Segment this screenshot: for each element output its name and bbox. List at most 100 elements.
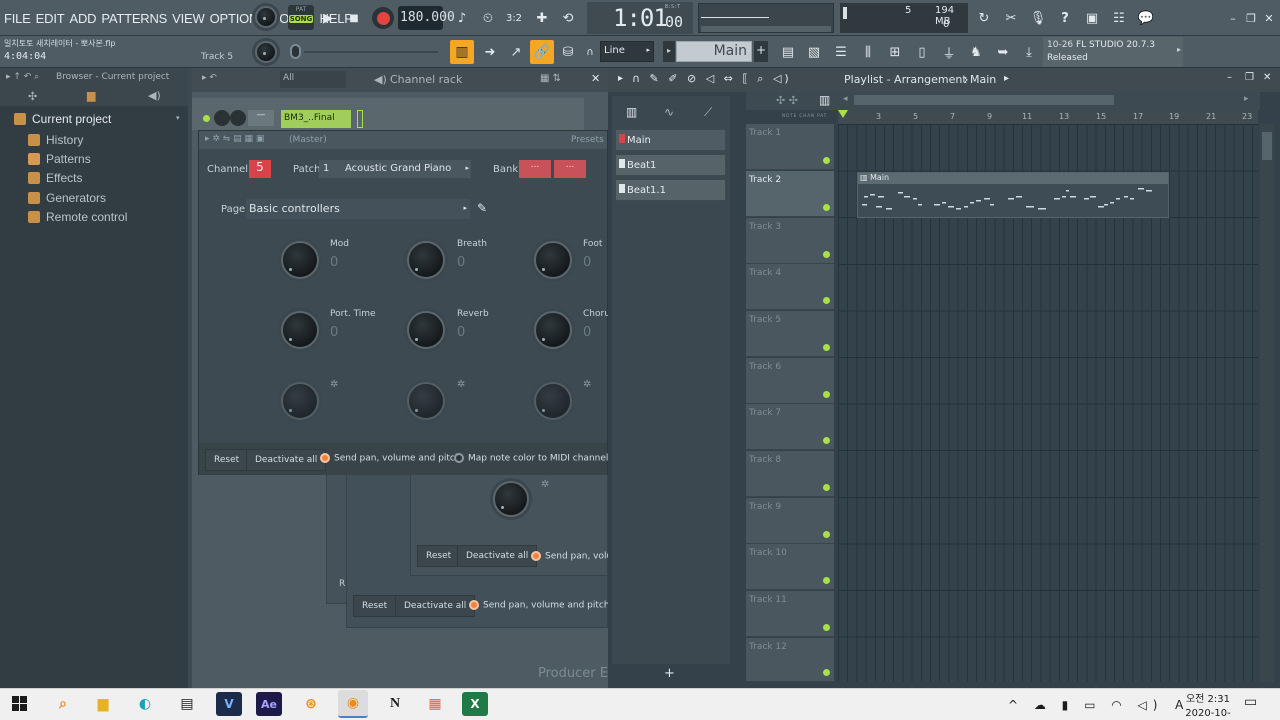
channel-filter[interactable]: All — [280, 71, 346, 88]
edge-icon[interactable]: ◐ — [132, 692, 158, 716]
magnet-icon[interactable]: ∩ — [583, 40, 597, 64]
stacked-knob[interactable] — [493, 481, 529, 517]
audio-mode-icon[interactable]: ∿ — [664, 105, 674, 119]
stacked-front-send-option[interactable]: Send pan, volur — [531, 551, 616, 562]
track-mute-led[interactable] — [823, 251, 830, 258]
track-header-11[interactable]: Track 11 — [746, 591, 834, 637]
track-header-7[interactable]: Track 7 — [746, 404, 834, 450]
breath-knob[interactable] — [407, 241, 445, 279]
mod-knob[interactable] — [281, 241, 319, 279]
track-header-10[interactable]: Track 10 — [746, 544, 834, 590]
custom-knob-3[interactable] — [534, 382, 572, 420]
pattern-item-beat1[interactable]: Beat1 — [615, 154, 726, 176]
menu-file[interactable]: FILE — [4, 11, 31, 26]
horizontal-scroll-thumb[interactable] — [854, 95, 1114, 105]
bank-lsb-button[interactable]: ... — [554, 160, 586, 178]
stacked-front-reset-button[interactable]: Reset — [417, 545, 461, 567]
stacked-front-deactivate-button[interactable]: Deactivate all — [457, 545, 538, 567]
browser-nav-icon[interactable]: ▸ ↑ ↶ ⌕ — [6, 72, 39, 82]
browser-root[interactable]: Current project — [14, 112, 111, 126]
record-button[interactable] — [372, 7, 394, 29]
browser-item-patterns[interactable]: Patterns — [28, 152, 91, 166]
notification-icon[interactable]: ▭ — [1244, 694, 1257, 710]
custom-knob-2[interactable] — [407, 382, 445, 420]
playlist-minimize-icon[interactable]: – — [1227, 72, 1232, 83]
browser-icon[interactable]: ▯ — [910, 40, 934, 64]
menu-edit[interactable]: EDIT — [36, 11, 65, 26]
window-restore-icon[interactable]: ❐ — [1242, 6, 1260, 30]
microphone-icon[interactable]: 🎙 — [1026, 6, 1050, 30]
browser-item-remote-control[interactable]: Remote control — [28, 210, 127, 224]
playlist-icon[interactable]: ▤ — [776, 40, 800, 64]
window-menu-icon[interactable]: ▸ ✲ ⇋ ▤ ▦ ▣ — [205, 134, 264, 144]
project-tree-icon[interactable]: ⊞ — [883, 40, 907, 64]
slide-icon[interactable]: ↗ — [504, 40, 528, 64]
piano-roll-window-icon[interactable]: ▧ — [802, 40, 826, 64]
cloud-icon[interactable]: ➥ — [991, 40, 1015, 64]
stacked-send-pan-option[interactable]: Send pan, volume and pitch — [469, 600, 610, 611]
tempo-display[interactable]: 180.000 — [398, 6, 455, 30]
blender-icon[interactable]: ⊛ — [298, 692, 324, 716]
stamp-icon[interactable]: ⛁ — [556, 40, 580, 64]
menu-patterns[interactable]: PATTERNS — [101, 11, 167, 26]
expand-icon[interactable]: ✣ — [28, 90, 37, 103]
playlist-tools-icon[interactable]: ∩ ✎ ✐ ⊘ ◁ ⇔ ⟦ ⌕ ◁) — [632, 72, 792, 86]
mixer-window-icon[interactable]: ⫼ — [856, 40, 880, 64]
track-mute-led[interactable] — [823, 484, 830, 491]
master-slider[interactable] — [290, 43, 440, 61]
foot-knob[interactable] — [534, 241, 572, 279]
patch-selector[interactable]: 1 Acoustic Grand Piano ▸ — [319, 160, 471, 178]
song-position-display[interactable]: 1:01 00 B:S:T — [587, 2, 693, 34]
link-icon[interactable]: 🔗 — [530, 40, 554, 64]
photos-icon[interactable]: ▦ — [422, 692, 448, 716]
metronome-icon[interactable]: ♪ — [450, 6, 474, 30]
midi-channel-value[interactable]: 5 — [249, 160, 271, 178]
stacked-deactivate-button[interactable]: Deactivate all — [395, 595, 476, 617]
mixer-icon[interactable]: ☷ — [1107, 6, 1131, 30]
pattern-item-beat1-1[interactable]: Beat1.1 — [615, 179, 726, 201]
add-pattern-icon[interactable]: + — [664, 666, 675, 681]
automation-mode-icon[interactable]: ⟋ — [704, 105, 712, 120]
page-selector[interactable]: Basic controllers ▸ — [246, 199, 470, 219]
menu-add[interactable]: ADD — [69, 11, 96, 26]
pattern-selector[interactable]: Main — [676, 41, 752, 62]
channel-rack-icon[interactable]: ☰ — [829, 40, 853, 64]
excel-icon[interactable]: X — [462, 692, 488, 716]
track-mute-led[interactable] — [823, 204, 830, 211]
system-tray-icon[interactable]: ^ ☁ ▮ ▭ ◠ ◁) Ａ — [1008, 696, 1191, 713]
speaker-icon[interactable]: ◀) — [148, 89, 161, 102]
pencil-icon[interactable]: ✎ — [477, 201, 487, 215]
news-panel[interactable]: 10-26 FL STUDIO 20.7.3 Released ▸ — [1043, 37, 1183, 67]
map-note-color-option[interactable]: Map note color to MIDI channel — [454, 453, 608, 464]
grid-icon[interactable]: ▦ ⇅ — [540, 73, 561, 84]
search-icon[interactable]: ⌕ — [50, 692, 76, 716]
channel-name-button[interactable]: BM3_..Final — [281, 110, 351, 128]
menu-view[interactable]: VIEW — [172, 11, 205, 26]
track-mute-led[interactable] — [823, 391, 830, 398]
channel-mixer-track[interactable]: — — [248, 110, 274, 126]
track-mute-led[interactable] — [823, 344, 830, 351]
vertical-scroll-thumb[interactable] — [1262, 132, 1272, 160]
folder-icon[interactable]: ▆ — [87, 89, 95, 102]
track-mute-led[interactable] — [823, 577, 830, 584]
scroll-left-icon[interactable]: ◂ — [843, 94, 848, 104]
stacked-reset-button[interactable]: Reset — [353, 595, 397, 617]
master-volume-knob[interactable] — [255, 6, 277, 28]
reset-button[interactable]: Reset — [205, 449, 249, 471]
notion-icon[interactable]: N — [382, 692, 408, 716]
stop-icon[interactable]: ■ — [342, 6, 366, 30]
pattern-clip-main[interactable]: ▥ Main — [857, 172, 1169, 218]
piano-roll-mode-icon[interactable]: ▥ — [626, 105, 637, 119]
snap-selector[interactable]: Line ▸ — [600, 41, 654, 62]
scroll-right-icon[interactable]: ▸ — [1244, 94, 1249, 104]
step-edit-icon[interactable]: ✚ — [530, 6, 554, 30]
track-header-8[interactable]: Track 8 — [746, 451, 834, 497]
window-close-icon[interactable]: ✕ — [1260, 6, 1278, 30]
piano-icon[interactable]: ▥ — [819, 93, 830, 107]
pattern-item-main[interactable]: Main — [615, 129, 726, 151]
vertical-scrollbar[interactable] — [1260, 124, 1274, 682]
custom-knob-1[interactable] — [281, 382, 319, 420]
track-mute-led[interactable] — [823, 297, 830, 304]
after-effects-icon[interactable]: Ae — [256, 692, 282, 716]
windows-start-icon[interactable] — [10, 694, 30, 714]
